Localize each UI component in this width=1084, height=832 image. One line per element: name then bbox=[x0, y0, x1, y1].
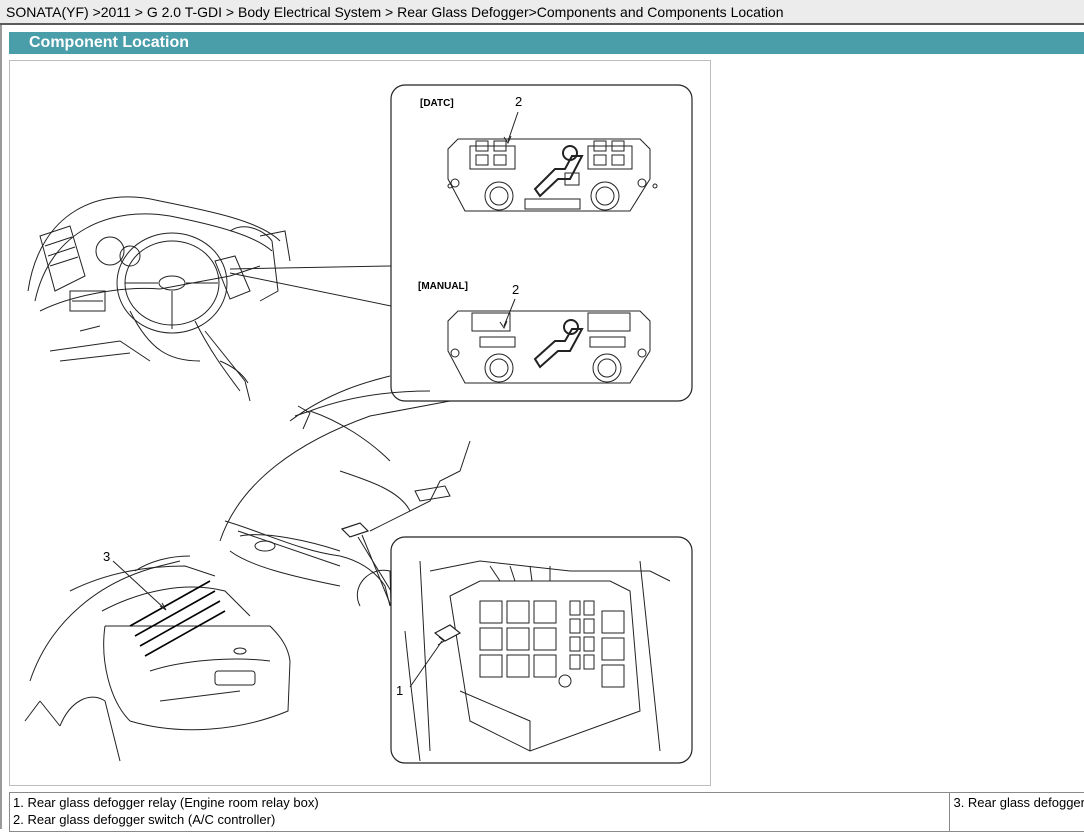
component-location-illustration: [DATC] [MANUAL] 2 2 3 1 bbox=[24, 84, 693, 764]
manual-label: [MANUAL] bbox=[418, 281, 468, 292]
component-location-figure: [DATC] [MANUAL] 2 2 3 1 bbox=[9, 60, 711, 786]
legend-cell-left: 1. Rear glass defogger relay (Engine roo… bbox=[8, 792, 951, 832]
section-title: Component Location bbox=[29, 34, 189, 51]
callout-2-manual: 2 bbox=[512, 282, 519, 297]
engine-relay-box-drawing bbox=[404, 560, 671, 762]
section-title-bar: Component Location bbox=[9, 32, 1084, 54]
datc-controller-drawing bbox=[447, 138, 658, 212]
legend-item-1: 1. Rear glass defogger relay (Engine roo… bbox=[13, 795, 319, 810]
datc-label: [DATC] bbox=[420, 98, 454, 109]
callout-1: 1 bbox=[396, 683, 403, 698]
callout-2-datc: 2 bbox=[515, 94, 522, 109]
manual-controller-drawing bbox=[447, 310, 651, 384]
component-legend-table: 1. Rear glass defogger relay (Engine roo… bbox=[8, 792, 1084, 832]
callout-3: 3 bbox=[103, 549, 110, 564]
legend-cell-right: 3. Rear glass defogger bbox=[949, 792, 1084, 832]
breadcrumb: SONATA(YF) >2011 > G 2.0 T-GDI > Body El… bbox=[0, 0, 1084, 25]
dashboard-interior-drawing bbox=[27, 196, 291, 402]
defogger-grid-lines bbox=[129, 580, 226, 657]
rear-car-drawing bbox=[24, 555, 291, 762]
page-left-rule bbox=[0, 25, 2, 829]
legend-item-3: 3. Rear glass defogger bbox=[953, 795, 1084, 810]
front-car-drawing bbox=[219, 375, 471, 607]
legend-item-2: 2. Rear glass defogger switch (A/C contr… bbox=[13, 812, 276, 827]
